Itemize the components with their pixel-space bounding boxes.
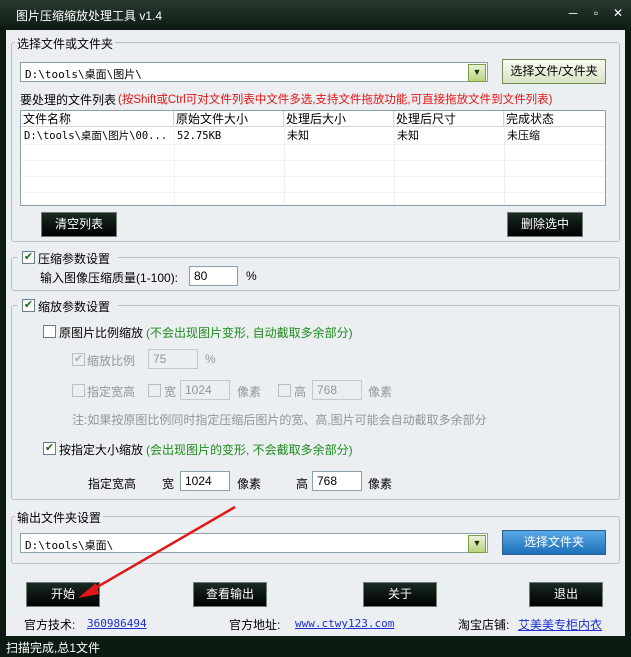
site-link[interactable]: www.ctwy123.com: [295, 617, 394, 630]
shop-label: 淘宝店铺:: [458, 618, 510, 632]
status-text: 扫描完成,总1文件: [6, 641, 101, 655]
tech-label: 官方技术:: [24, 618, 76, 632]
tech-link[interactable]: 360986494: [87, 617, 147, 630]
red-arrow-annotation: [78, 505, 236, 598]
arrow-shaft: [91, 505, 236, 592]
site-label: 官方地址:: [229, 618, 281, 632]
arrow-head: [78, 583, 99, 598]
shop-link[interactable]: 艾美美专柜内衣: [518, 616, 602, 633]
